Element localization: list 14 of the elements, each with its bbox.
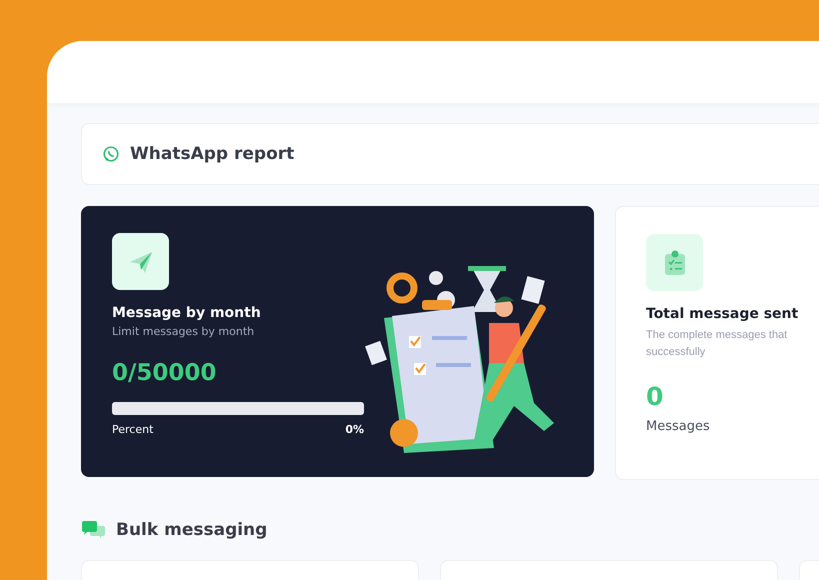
chat-bubbles-icon — [81, 520, 106, 540]
progress-reading: 0% — [345, 423, 364, 436]
count-unit: Messages — [646, 419, 711, 434]
report-title: WhatsApp report — [130, 144, 294, 164]
card-subtitle: Limit messages by month — [112, 325, 256, 338]
card-title: Message by month — [112, 305, 262, 321]
section-title: Bulk messaging — [116, 520, 268, 540]
progress-label: Percent — [112, 423, 154, 436]
clipboard-icon — [664, 250, 686, 276]
message-count: 0 — [646, 382, 664, 411]
chat-bubble-icon — [102, 145, 120, 163]
card-title: Total message sent — [646, 306, 800, 322]
card-subtitle: The complete messages that successfully — [646, 328, 788, 360]
message-count: 0/50000 — [112, 360, 218, 386]
